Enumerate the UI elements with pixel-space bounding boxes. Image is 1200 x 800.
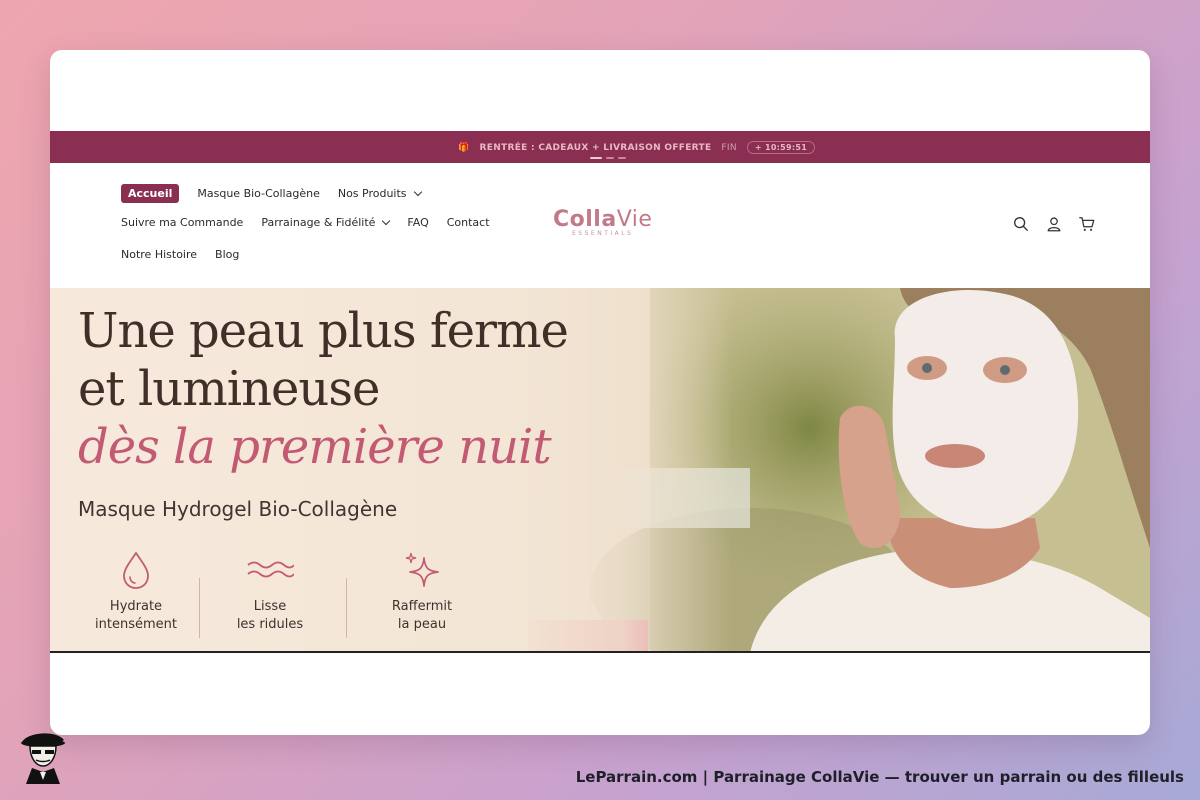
nav-masque-bio-collagene[interactable]: Masque Bio-Collagène <box>197 187 319 200</box>
announcement-bar: 🎁 RENTRÉE : CADEAUX + LIVRAISON OFFERTE … <box>50 131 1150 163</box>
chevron-down-icon <box>413 187 422 197</box>
hero-headline: Une peau plus ferme et lumineuse dès la … <box>78 303 569 475</box>
hero-features: Hydrate intensément Lisse les ridules Ra… <box>78 550 498 638</box>
page-caption: LeParrain.com | Parrainage CollaVie — tr… <box>575 768 1184 786</box>
nav-parrainage-fidelite[interactable]: Parrainage & Fidélité <box>261 216 391 229</box>
nav-accueil[interactable]: Accueil <box>121 184 180 203</box>
countdown-timer: + 10:59:51 <box>746 141 816 154</box>
cart-icon[interactable] <box>1078 215 1096 233</box>
announcement-pagination[interactable] <box>590 157 626 159</box>
nav-row-3: Notre Histoire Blog <box>121 248 239 261</box>
nav-faq[interactable]: FAQ <box>407 216 428 229</box>
brand-logo[interactable]: CollaVie ESSENTIALS <box>553 207 652 237</box>
account-icon[interactable] <box>1045 215 1063 233</box>
nav-suivre-commande[interactable]: Suivre ma Commande <box>121 216 243 229</box>
waves-icon <box>247 561 294 578</box>
nav-notre-histoire[interactable]: Notre Histoire <box>121 248 197 261</box>
feature-lisse: Lisse les ridules <box>194 550 346 638</box>
sparkle-icon <box>405 552 439 587</box>
countdown-label: FIN <box>721 142 737 153</box>
nav-nos-produits[interactable]: Nos Produits <box>338 187 422 200</box>
nav-blog[interactable]: Blog <box>215 248 239 261</box>
chevron-down-icon <box>382 216 391 226</box>
gift-icon: 🎁 <box>458 142 470 153</box>
nav-row-2: Suivre ma Commande Parrainage & Fidélité… <box>121 216 490 229</box>
browser-viewport: 🎁 RENTRÉE : CADEAUX + LIVRAISON OFFERTE … <box>50 50 1150 735</box>
hero-bottom-border <box>50 651 1150 653</box>
nav-row-1: Accueil Masque Bio-Collagène Nos Produit… <box>121 184 422 203</box>
feature-hydrate: Hydrate intensément <box>78 550 194 634</box>
announcement-text: RENTRÉE : CADEAUX + LIVRAISON OFFERTE <box>479 142 712 153</box>
nav-contact[interactable]: Contact <box>447 216 490 229</box>
site-header: Accueil Masque Bio-Collagène Nos Produit… <box>50 163 1150 288</box>
leparrain-mascot-icon <box>21 733 65 784</box>
search-icon[interactable] <box>1012 215 1030 233</box>
feature-raffermit: Raffermit la peau <box>346 550 498 638</box>
droplet-icon <box>123 551 149 589</box>
hero-banner[interactable]: Une peau plus ferme et lumineuse dès la … <box>50 288 1150 653</box>
header-actions <box>1012 215 1096 233</box>
hero-subtitle: Masque Hydrogel Bio-Collagène <box>78 497 398 521</box>
